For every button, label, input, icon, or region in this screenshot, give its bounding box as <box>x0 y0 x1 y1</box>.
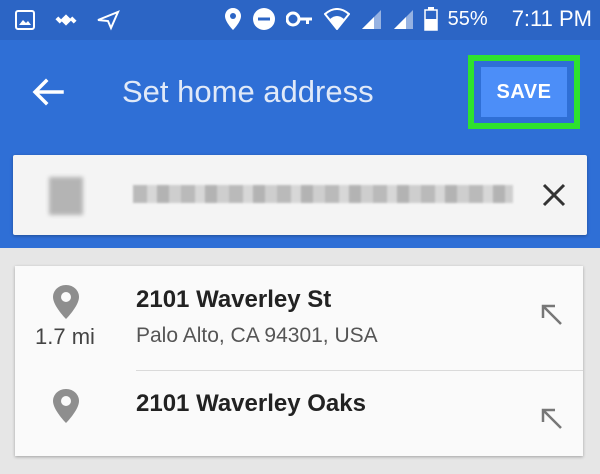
status-right: 55% 7:11 PM <box>224 6 592 32</box>
wifi-icon <box>323 8 350 30</box>
do-not-disturb-icon <box>252 8 275 30</box>
suggestion-item[interactable]: 2101 Waverley Oaks <box>15 370 583 474</box>
signal-icon <box>361 10 381 29</box>
arrow-back-icon[interactable] <box>28 72 68 112</box>
pixelated-redaction <box>49 177 83 215</box>
location-pin-icon <box>53 389 79 423</box>
pixelated-address-text <box>133 185 513 203</box>
suggestions-list: 1.7 mi 2101 Waverley St Palo Alto, CA 94… <box>15 266 583 456</box>
address-line1: 2101 Waverley Oaks <box>136 390 366 418</box>
battery-percent: 55% <box>447 7 488 30</box>
address-line2: Palo Alto, CA 94301, USA <box>136 324 378 347</box>
key-icon <box>285 11 312 27</box>
distance-label: 1.7 mi <box>35 324 95 349</box>
street-number: 2101 <box>136 286 190 313</box>
save-highlight: SAVE <box>468 55 580 129</box>
street-number: 2101 <box>136 390 190 417</box>
location-pin-icon <box>53 285 79 319</box>
suggestion-item[interactable]: 1.7 mi 2101 Waverley St Palo Alto, CA 94… <box>15 266 583 371</box>
address-search-field[interactable] <box>13 155 587 235</box>
status-bar: 55% 7:11 PM <box>0 0 600 40</box>
send-icon <box>97 10 120 31</box>
address-line1: 2101 Waverley St <box>136 286 331 314</box>
signal-icon <box>393 10 413 29</box>
close-icon[interactable] <box>538 179 570 211</box>
page-title: Set home address <box>122 74 374 109</box>
street-name: Waverley Oaks <box>196 390 366 417</box>
status-left-icons <box>14 8 120 32</box>
fill-query-arrow-icon[interactable] <box>539 302 565 328</box>
street-name: Waverley St <box>196 286 332 313</box>
image-icon <box>15 10 35 30</box>
app-bar: Set home address SAVE <box>0 40 600 144</box>
fill-query-arrow-icon[interactable] <box>539 406 565 432</box>
clock: 7:11 PM <box>511 6 592 31</box>
location-icon <box>224 8 241 30</box>
save-button[interactable]: SAVE <box>481 67 567 117</box>
satellite-icon <box>55 14 77 26</box>
battery-icon <box>423 7 438 31</box>
